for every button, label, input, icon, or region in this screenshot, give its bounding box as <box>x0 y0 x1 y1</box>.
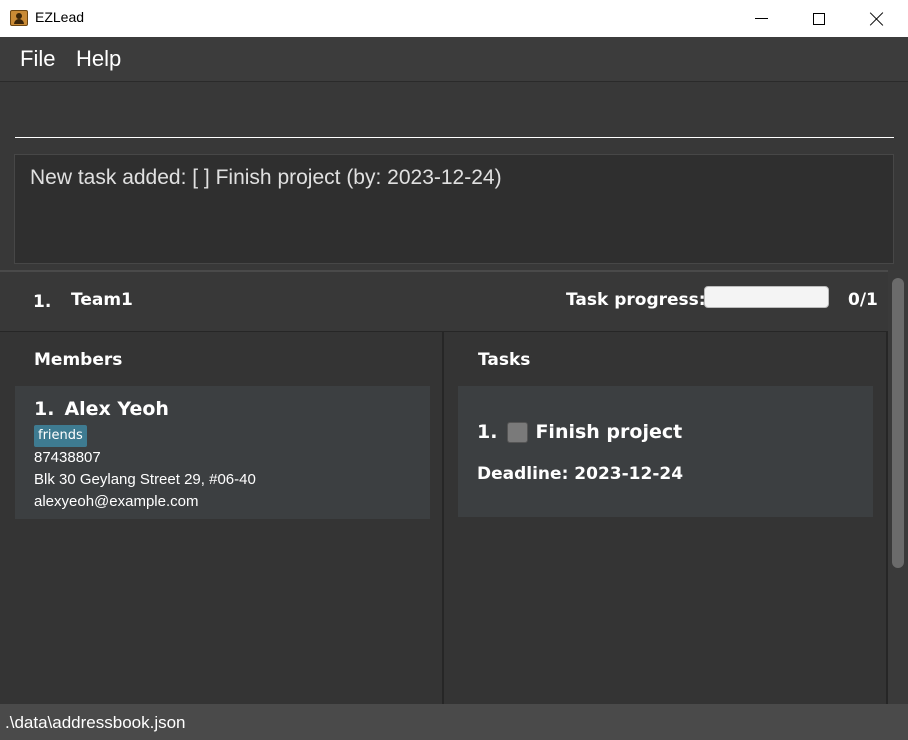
menu-help[interactable]: Help <box>76 46 121 72</box>
menu-bar: File Help <box>0 37 908 81</box>
member-email: alexyeoh@example.com <box>34 493 199 510</box>
task-deadline: Deadline: 2023-12-24 <box>477 464 684 484</box>
maximize-button[interactable] <box>790 0 848 37</box>
task-index: 1. <box>477 421 498 443</box>
team-name: Team1 <box>71 290 133 310</box>
member-tag: friends <box>34 425 87 447</box>
result-display-area: New task added: [ ] Finish project (by: … <box>0 147 908 270</box>
members-column: Members 1. Alex Yeoh friends 87438807 Blk… <box>0 332 444 706</box>
minimize-icon <box>754 18 768 19</box>
member-index: 1. <box>34 398 55 420</box>
task-description: Finish project <box>535 421 683 443</box>
task-card[interactable]: 1. Finish project Deadline: 2023-12-24 <box>458 386 873 517</box>
tasks-title: Tasks <box>478 350 531 370</box>
close-button[interactable] <box>848 0 906 37</box>
close-icon <box>870 12 884 26</box>
member-name-row: 1. Alex Yeoh <box>34 398 169 420</box>
save-location-path: .\data\addressbook.json <box>5 713 186 732</box>
command-input[interactable] <box>15 90 894 138</box>
window-title: EZLead <box>35 9 85 25</box>
command-box <box>0 81 908 147</box>
team-list-panel: 1. Team1 Task progress: 0/1 Members 1. Al… <box>0 270 888 706</box>
title-bar: EZLead <box>0 0 908 37</box>
maximize-icon <box>813 12 825 25</box>
menu-file[interactable]: File <box>20 46 55 72</box>
result-display[interactable]: New task added: [ ] Finish project (by: … <box>14 154 894 264</box>
members-title: Members <box>34 350 123 370</box>
member-card[interactable]: 1. Alex Yeoh friends 87438807 Blk 30 Geyl… <box>15 386 430 519</box>
minimize-button[interactable] <box>732 0 790 37</box>
task-progress-count: 0/1 <box>848 290 878 310</box>
result-message: New task added: [ ] Finish project (by: … <box>30 166 502 189</box>
vertical-scrollbar[interactable] <box>888 270 908 704</box>
team-header: 1. Team1 Task progress: 0/1 <box>0 272 888 332</box>
member-address: Blk 30 Geylang Street 29, #06-40 <box>34 471 256 488</box>
task-checkbox[interactable] <box>507 421 529 443</box>
member-phone: 87438807 <box>34 449 101 466</box>
member-name: Alex Yeoh <box>64 398 169 420</box>
task-progress-bar <box>704 286 829 308</box>
team-index: 1. <box>33 292 52 312</box>
scrollbar-thumb[interactable] <box>892 278 904 568</box>
app-icon <box>10 10 28 26</box>
tasks-column: Tasks 1. Finish project Deadline: 2023-1… <box>444 332 888 706</box>
status-bar: .\data\addressbook.json <box>0 704 908 740</box>
task-title-row: 1. Finish project <box>477 421 682 443</box>
task-progress-label: Task progress: <box>566 290 706 310</box>
